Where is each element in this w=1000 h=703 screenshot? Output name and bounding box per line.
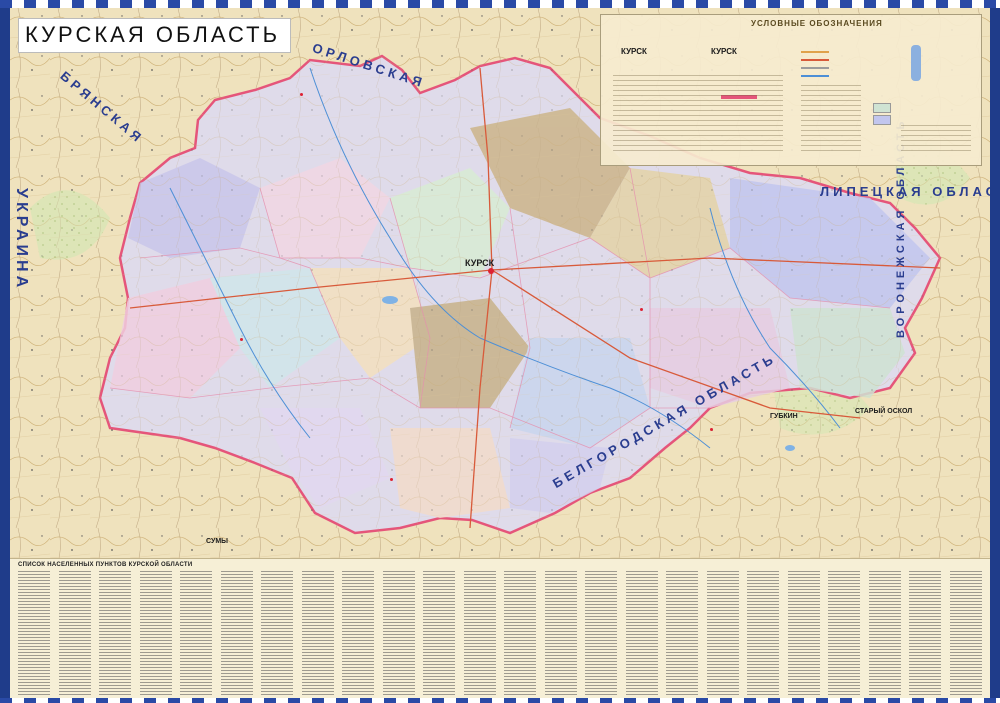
- city-marker: [488, 268, 494, 274]
- index-column: [868, 571, 901, 695]
- city-label[interactable]: СУМЫ: [206, 538, 228, 545]
- index-column: [58, 571, 91, 695]
- legend-text-block: [901, 125, 971, 155]
- index-column: [706, 571, 739, 695]
- index-column: [828, 571, 860, 695]
- legend-panel: УСЛОВНЫЕ ОБОЗНАЧЕНИЯ КУРСК КУРСК: [600, 14, 982, 166]
- settlement-index-panel: СПИСОК НАСЕЛЕННЫХ ПУНКТОВ КУРСКОЙ ОБЛАСТ…: [10, 558, 990, 698]
- reservoir: [382, 296, 398, 304]
- map-sheet: КУРСКАЯ ОБЛАСТЬ ОРЛОВСКАЯ БРЯНСКАЯ ЛИПЕЦ…: [0, 0, 1000, 703]
- legend-title: УСЛОВНЫЕ ОБОЗНАЧЕНИЯ: [751, 19, 883, 28]
- city-label[interactable]: СТАРЫЙ ОСКОЛ: [855, 408, 912, 415]
- index-title: СПИСОК НАСЕЛЕННЫХ ПУНКТОВ КУРСКОЙ ОБЛАСТ…: [18, 562, 193, 568]
- index-column: [261, 571, 293, 695]
- town-marker: [300, 93, 303, 96]
- city-label-kursk[interactable]: КУРСК: [465, 258, 494, 268]
- index-column: [382, 571, 415, 695]
- index-column: [301, 571, 334, 695]
- legend-area-swatch: [873, 115, 891, 125]
- index-column: [220, 571, 253, 695]
- legend-area-swatch: [873, 103, 891, 113]
- neighbor-region-label: УКРАИНА: [13, 188, 30, 292]
- legend-sign-swatch: [911, 45, 921, 81]
- index-column: [666, 571, 698, 695]
- index-column: [585, 571, 617, 695]
- index-column: [504, 571, 536, 695]
- map-title: КУРСКАЯ ОБЛАСТЬ: [18, 18, 292, 53]
- legend-text-block: [613, 75, 783, 155]
- frame-top: [0, 0, 1000, 8]
- index-column: [747, 571, 779, 695]
- map-paper: КУРСКАЯ ОБЛАСТЬ ОРЛОВСКАЯ БРЯНСКАЯ ЛИПЕЦ…: [10, 8, 990, 698]
- index-column: [139, 571, 172, 695]
- legend-road-swatch: [801, 59, 829, 61]
- index-column: [99, 571, 131, 695]
- city-label[interactable]: ГУБКИН: [770, 413, 798, 420]
- index-column: [463, 571, 496, 695]
- index-column: [180, 571, 212, 695]
- index-column: [787, 571, 820, 695]
- index-column: [342, 571, 374, 695]
- legend-city-example: КУРСК: [621, 47, 647, 56]
- town-marker: [640, 308, 643, 311]
- index-column: [625, 571, 658, 695]
- town-marker: [710, 428, 713, 431]
- legend-river-swatch: [801, 75, 829, 77]
- index-column: [949, 571, 982, 695]
- town-marker: [390, 478, 393, 481]
- index-column: [18, 571, 50, 695]
- legend-road-swatch: [801, 67, 829, 69]
- index-column: [544, 571, 577, 695]
- legend-text-block: [801, 85, 861, 155]
- reservoir: [785, 445, 795, 451]
- index-column: [909, 571, 941, 695]
- legend-city-example: КУРСК: [711, 47, 737, 56]
- frame-bottom: [0, 698, 1000, 703]
- town-marker: [240, 338, 243, 341]
- index-column: [423, 571, 455, 695]
- legend-road-swatch: [801, 51, 829, 53]
